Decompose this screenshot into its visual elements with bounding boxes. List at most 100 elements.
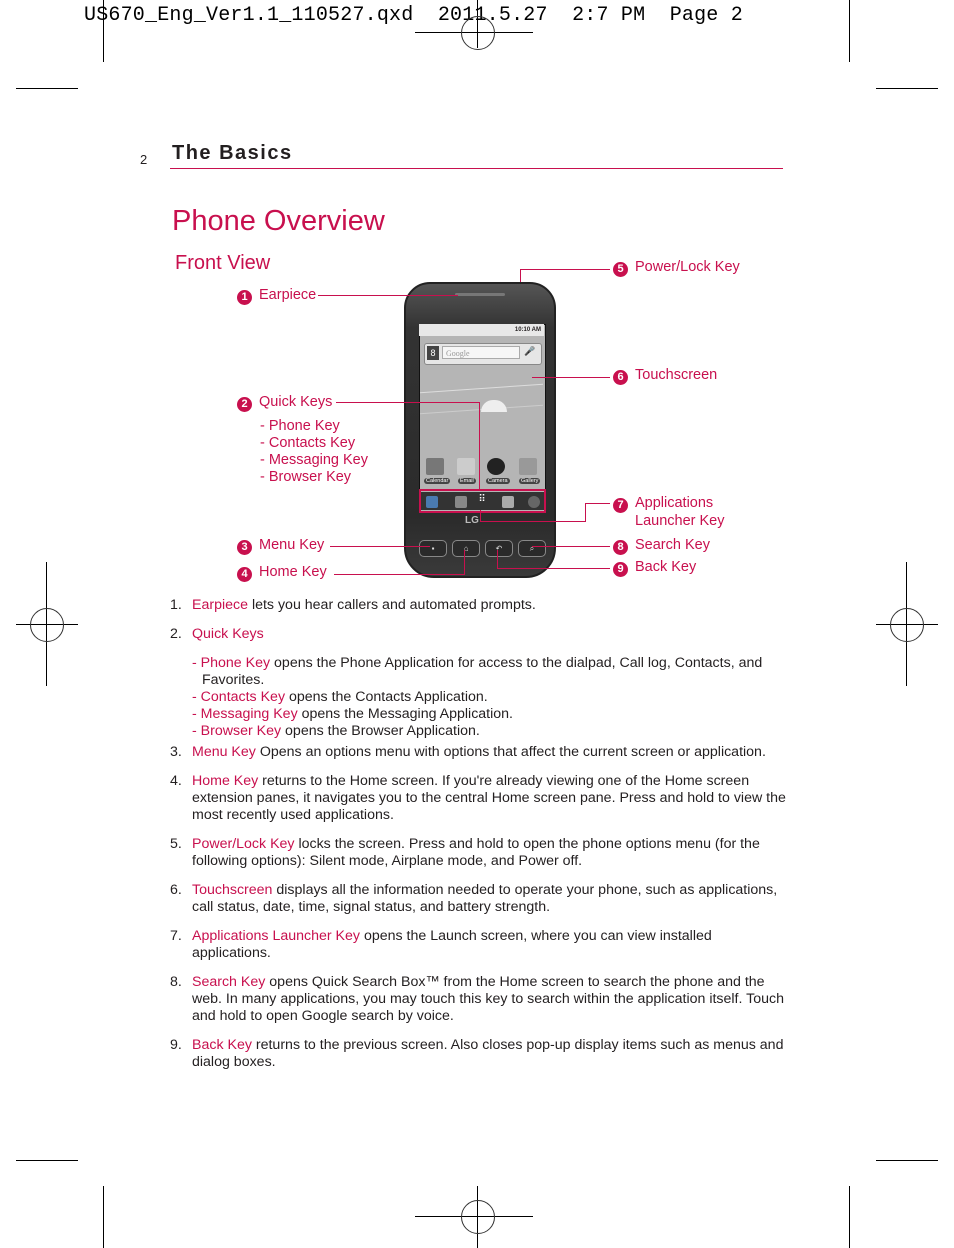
list-item: 2. Quick Keys - Phone Key opens the Phone…: [170, 626, 790, 740]
item-text: returns to the Home screen. If you're al…: [192, 773, 786, 823]
list-item: 3. Menu Key Opens an options menu with op…: [170, 744, 766, 760]
quick-keys-sublist: - Phone Key - Contacts Key - Messaging K…: [260, 418, 368, 486]
item-text: lets you hear callers and automated prom…: [248, 597, 536, 613]
item-text: displays all the information needed to o…: [192, 882, 778, 915]
leader-line: [585, 503, 586, 522]
home-key[interactable]: ⌂: [452, 540, 480, 557]
leader-line: [532, 546, 610, 547]
list-item: 6. Touchscreen displays all the informati…: [170, 882, 778, 915]
callout-number: 4: [237, 567, 252, 582]
quick-key-contacts: - Contacts Key: [260, 435, 356, 451]
mic-icon: 🎤: [524, 346, 536, 356]
callout-label: Power/Lock Key: [635, 259, 740, 275]
callout-back-key: 9 Back Key: [613, 559, 696, 577]
callout-earpiece: 1 Earpiece: [237, 287, 316, 305]
item-term: Touchscreen: [192, 882, 273, 898]
subtitle: Front View: [175, 252, 271, 274]
callout-power-lock-key: 5 Power/Lock Key: [613, 259, 740, 277]
crop-mark: [16, 1160, 78, 1161]
crop-mark: [876, 88, 938, 89]
camera-app-icon: [487, 458, 505, 475]
callout-label: Home Key: [259, 564, 327, 580]
callout-label: Earpiece: [259, 287, 317, 303]
list-item: 9. Back Key returns to the previous scree…: [170, 1037, 784, 1070]
callout-number: 2: [237, 397, 252, 412]
item-term: Earpiece: [192, 597, 248, 613]
callout-label: Applications: [635, 495, 714, 511]
print-slug: US670_Eng_Ver1.1_110527.qxd 2011.5.27 2:…: [84, 4, 743, 27]
item-term: Menu Key: [192, 744, 256, 760]
list-item: 1. Earpiece lets you hear callers and aut…: [170, 597, 536, 613]
registration-mark: [30, 608, 64, 642]
registration-mark: [461, 16, 495, 50]
google-logo-icon: 8: [427, 346, 439, 360]
item-text: returns to the previous screen. Also clo…: [192, 1037, 784, 1070]
callout-label: Touchscreen: [635, 367, 718, 383]
leader-line: [520, 269, 610, 270]
page-number: 2: [140, 152, 148, 167]
list-item: 4. Home Key returns to the Home screen. I…: [170, 773, 786, 823]
item-text: Opens an options menu with options that …: [255, 744, 766, 760]
item-term: Applications Launcher Key: [192, 928, 360, 944]
item-term: Quick Keys: [192, 626, 264, 642]
menu-key[interactable]: ▪: [419, 540, 447, 557]
list-item: 7. Applications Launcher Key opens the La…: [170, 928, 712, 961]
leader-line: [585, 503, 610, 504]
leader-line: [336, 402, 480, 403]
item-term: Home Key: [192, 773, 259, 789]
callout-menu-key: 3 Menu Key: [237, 537, 324, 555]
callout-label: Search Key: [635, 537, 710, 553]
app-label-email: Email: [458, 478, 476, 484]
leader-line: [464, 550, 465, 575]
callout-quick-keys: 2 Quick Keys: [237, 394, 332, 412]
crop-mark: [849, 1186, 850, 1248]
callout-label-line2: Launcher Key: [635, 513, 725, 529]
callout-number: 5: [613, 262, 628, 277]
leader-line: [497, 568, 610, 569]
leader-line: [479, 402, 480, 490]
callout-number: 3: [237, 540, 252, 555]
leader-line: [334, 574, 465, 575]
callout-number: 9: [613, 562, 628, 577]
crop-mark: [849, 0, 850, 62]
callout-number: 1: [237, 290, 252, 305]
leader-line: [520, 269, 521, 282]
quick-keys-descriptions: - Phone Key opens the Phone Application …: [192, 655, 790, 740]
crop-mark: [16, 88, 78, 89]
item-term: Power/Lock Key: [192, 836, 295, 852]
leader-line: [480, 510, 481, 522]
crop-mark: [103, 0, 104, 62]
description-list: 1. Earpiece lets you hear callers and aut…: [170, 597, 790, 1083]
list-item: 5. Power/Lock Key locks the screen. Press…: [170, 836, 760, 869]
quick-key-phone: - Phone Key: [260, 418, 340, 434]
callout-label: Quick Keys: [259, 394, 333, 410]
callout-label: Back Key: [635, 559, 697, 575]
app-label-calendar: Calendar: [424, 478, 451, 484]
callout-number: 6: [613, 370, 628, 385]
lg-logo: LG: [465, 515, 479, 526]
sub-item: - Browser Key opens the Browser Applicat…: [192, 723, 480, 739]
callout-search-key: 8 Search Key: [613, 537, 710, 555]
email-app-icon: [457, 458, 475, 475]
page-title: Phone Overview: [172, 205, 385, 237]
leader-line: [330, 546, 430, 547]
crop-mark: [103, 1186, 104, 1248]
quick-key-browser: - Browser Key: [260, 469, 352, 485]
callout-number: 7: [613, 498, 628, 513]
sub-item: - Contacts Key opens the Contacts Applic…: [192, 689, 488, 705]
search-key[interactable]: ⌕: [518, 540, 546, 557]
status-time: 10:10 AM: [514, 327, 541, 333]
registration-mark: [890, 608, 924, 642]
calendar-app-icon: [426, 458, 444, 475]
app-label-gallery: Gallery: [519, 478, 541, 484]
leader-line: [532, 377, 610, 378]
google-search-field: Google: [442, 346, 520, 359]
item-term: Search Key: [192, 974, 266, 990]
leader-line: [480, 521, 586, 522]
sub-item: - Phone Key opens the Phone Application …: [192, 655, 763, 688]
registration-mark: [461, 1200, 495, 1234]
callout-number: 8: [613, 540, 628, 555]
callout-touchscreen: 6 Touchscreen: [613, 367, 717, 385]
back-key[interactable]: ↶: [485, 540, 513, 557]
item-text: opens Quick Search Box™ from the Home sc…: [192, 974, 784, 1024]
